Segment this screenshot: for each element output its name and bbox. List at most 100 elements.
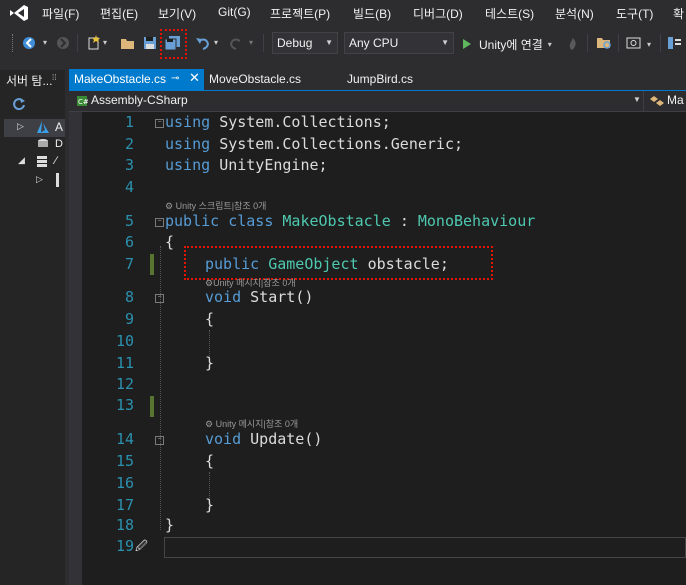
tab-moveobstacle[interactable]: MoveObstacle.cs xyxy=(204,69,329,90)
platform-select[interactable]: Any CPU ▼ xyxy=(344,32,454,54)
code-token: Start xyxy=(250,288,296,306)
new-dropdown-icon[interactable]: ▾ xyxy=(103,38,107,47)
azure-icon xyxy=(37,121,49,133)
fold-toggle-icon[interactable]: − xyxy=(155,218,164,227)
tab-label: MakeObstacle.cs xyxy=(74,72,167,86)
save-icon[interactable] xyxy=(143,36,157,50)
code-line-1[interactable]: using System.Collections; xyxy=(165,113,391,131)
menu-analyze[interactable]: 분석(N) xyxy=(555,5,594,22)
close-icon[interactable]: ✕ xyxy=(189,68,200,88)
toolbar-grip[interactable] xyxy=(12,34,16,52)
back-dropdown-icon[interactable]: ▾ xyxy=(43,38,47,47)
screenshot-icon[interactable] xyxy=(626,36,642,50)
hot-reload-icon[interactable] xyxy=(566,37,580,51)
code-line-18[interactable]: } xyxy=(165,516,174,534)
menu-file[interactable]: 파일(F) xyxy=(42,5,79,22)
line-number: 10 xyxy=(115,332,134,350)
line-number: 14 xyxy=(115,430,134,448)
menu-debug[interactable]: 디버그(D) xyxy=(413,5,463,22)
attach-unity-button[interactable]: Unity에 연결 ▾ xyxy=(462,34,552,54)
menu-git[interactable]: Git(G) xyxy=(218,5,251,19)
expand-arrow-icon[interactable]: ▷ xyxy=(36,174,43,185)
line-number: 8 xyxy=(124,288,134,306)
undo-icon[interactable] xyxy=(195,36,211,50)
menu-tools[interactable]: 도구(T) xyxy=(616,5,653,22)
separator xyxy=(618,34,619,52)
code-token: Collections xyxy=(282,113,382,131)
menu-extensions[interactable]: 확 xyxy=(673,5,684,22)
chevron-down-icon: ▾ xyxy=(547,39,552,49)
line-number: 5 xyxy=(124,212,134,230)
code-line-2[interactable]: using System.Collections.Generic; xyxy=(165,135,463,153)
new-project-icon[interactable] xyxy=(87,35,101,51)
code-line-8[interactable]: void Start() xyxy=(205,288,313,306)
code-editor[interactable] xyxy=(82,112,686,585)
code-line-11[interactable]: } xyxy=(205,354,214,372)
open-folder-icon[interactable] xyxy=(120,36,136,50)
menu-project[interactable]: 프로젝트(P) xyxy=(270,5,330,22)
line-number: 6 xyxy=(124,233,134,251)
chevron-down-icon[interactable]: ▼ xyxy=(633,95,641,104)
keyword-token: class xyxy=(228,212,274,230)
fold-toggle-icon[interactable]: − xyxy=(155,436,164,445)
collapse-arrow-icon[interactable]: ◢ xyxy=(18,155,25,166)
server-explorer-title[interactable]: 서버 탐... xyxy=(6,72,52,89)
menu-build[interactable]: 빌드(B) xyxy=(353,5,391,22)
line-number: 19 xyxy=(115,537,134,555)
solution-explorer-icon[interactable] xyxy=(667,36,683,50)
code-token: Collections xyxy=(282,135,382,153)
code-line-17[interactable]: } xyxy=(205,496,214,514)
redo-icon[interactable] xyxy=(228,36,244,50)
quick-actions-icon[interactable]: 🖉 xyxy=(135,537,148,558)
back-icon[interactable] xyxy=(22,36,36,50)
codelens-update[interactable]: ⚙ Unity 메시지|참조 0개 xyxy=(205,417,298,430)
code-token: } xyxy=(205,496,215,514)
project-selector[interactable]: Assembly-CSharp xyxy=(91,93,188,107)
attach-unity-label: Unity에 연결 xyxy=(479,37,543,52)
forward-icon[interactable] xyxy=(56,36,70,50)
solution-config-value: Debug xyxy=(277,36,313,50)
line-number: 11 xyxy=(115,354,134,372)
line-number: 7 xyxy=(124,255,134,273)
keyword-token: void xyxy=(205,430,242,448)
code-line-14[interactable]: void Update() xyxy=(205,430,322,448)
menu-edit[interactable]: 편집(E) xyxy=(100,5,138,22)
find-in-files-icon[interactable] xyxy=(596,36,612,50)
tab-label: MoveObstacle.cs xyxy=(209,72,302,86)
code-line-15[interactable]: { xyxy=(205,452,214,470)
code-line-3[interactable]: using UnityEngine; xyxy=(165,156,328,174)
code-token: System xyxy=(219,135,274,153)
code-token: : xyxy=(399,212,409,230)
code-token: ( xyxy=(295,288,305,306)
menu-test[interactable]: 테스트(S) xyxy=(485,5,534,22)
pin-icon[interactable]: ⊸ xyxy=(171,69,179,89)
keyword-token: using xyxy=(165,135,211,153)
refresh-icon[interactable] xyxy=(12,97,26,111)
solution-config-select[interactable]: Debug ▼ xyxy=(272,32,338,54)
tree-item-machine-icon xyxy=(56,173,59,187)
type-selector[interactable]: Ma xyxy=(667,93,684,107)
tree-item-data-label: D xyxy=(55,138,63,150)
code-line-9[interactable]: { xyxy=(205,310,214,328)
overflow-dropdown-icon[interactable]: ▾ xyxy=(647,40,651,49)
codelens-text: Unity 스크립트|참조 0개 xyxy=(175,201,267,211)
tab-jumpbird[interactable]: JumpBird.cs xyxy=(342,69,452,90)
line-number: 3 xyxy=(124,156,134,174)
code-line-5[interactable]: public class MakeObstacle : MonoBehaviou… xyxy=(165,212,535,230)
tab-makeobstacle[interactable]: MakeObstacle.cs ⊸ ✕ xyxy=(69,69,204,90)
code-line-6[interactable]: { xyxy=(165,233,174,251)
fold-toggle-icon[interactable]: − xyxy=(155,294,164,303)
redo-dropdown-icon[interactable]: ▾ xyxy=(249,38,253,47)
undo-dropdown-icon[interactable]: ▾ xyxy=(214,38,218,47)
codelens-class[interactable]: ⚙ Unity 스크립트|참조 0개 xyxy=(165,199,266,212)
expand-arrow-icon[interactable]: ▷ xyxy=(17,121,24,132)
panel-pin-icon[interactable]: ⁞⁞ xyxy=(52,73,56,82)
visual-studio-logo-icon[interactable] xyxy=(8,4,30,22)
fold-toggle-icon[interactable]: − xyxy=(155,119,164,128)
menu-view[interactable]: 보기(V) xyxy=(158,5,196,22)
